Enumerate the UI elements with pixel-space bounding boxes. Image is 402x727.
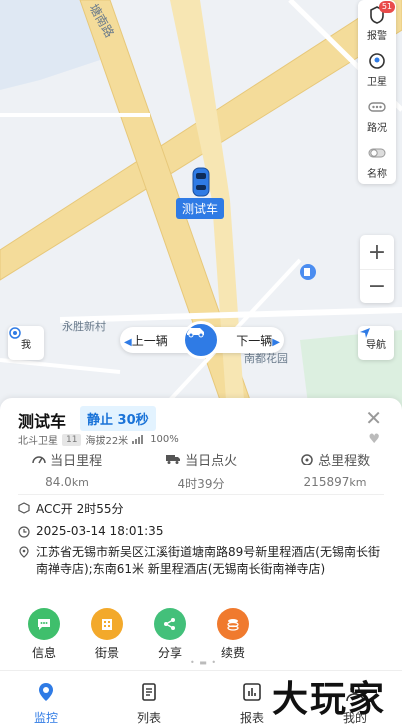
signal-strength: 100%	[150, 434, 179, 445]
time-row: 2025-03-14 18:01:35	[18, 524, 163, 538]
acc-status: ACC开 2时55分	[36, 502, 124, 516]
share-label: 分享	[157, 646, 182, 660]
name-toggle-label: 名称	[367, 168, 387, 180]
vehicle-marker[interactable]	[189, 166, 213, 198]
share-icon	[154, 608, 186, 640]
satellite-button[interactable]: 卫星	[358, 46, 396, 92]
divider	[18, 494, 384, 495]
stat-daily-ignition: 当日点火 4时39分	[136, 450, 266, 492]
favorite-icon[interactable]: ♥	[368, 432, 380, 447]
cube-icon	[18, 502, 30, 514]
coins-icon	[217, 608, 249, 640]
stat-value: 84.0	[45, 475, 72, 489]
stat-unit: km	[349, 476, 367, 489]
locate-me-button[interactable]: 我	[8, 326, 44, 360]
locate-me-label: 我	[21, 339, 31, 351]
stat-label: 总里程数	[318, 454, 371, 469]
building-icon	[91, 608, 123, 640]
vehicle-name: 测试车	[18, 412, 67, 431]
traffic-button[interactable]: 路况	[358, 92, 396, 138]
traffic-label: 路况	[367, 122, 387, 134]
left-arrow-icon: ◀	[124, 337, 132, 348]
location-pin-icon	[19, 546, 29, 558]
alarm-label: 报警	[367, 30, 387, 42]
location-icon	[39, 683, 53, 701]
tab-list[interactable]: 列表	[119, 681, 179, 726]
share-button[interactable]: 分享	[145, 608, 195, 661]
name-toggle-icon	[367, 143, 387, 163]
prev-vehicle-label: 上一辆	[131, 334, 168, 348]
action-bar: 信息 街景 分享 续费	[0, 606, 402, 666]
place-label-yongsheng: 永胜新村	[62, 320, 106, 333]
stat-label: 当日里程	[50, 454, 103, 469]
signal-icon	[132, 435, 146, 444]
traffic-icon	[367, 97, 387, 117]
vehicle-info-panel: 测试车 静止 30秒 ✕ ♥ 北斗卫星 11 海拔22米 100% 当日里程 8…	[0, 398, 402, 670]
tab-monitor[interactable]: 监控	[16, 681, 76, 726]
street-view-label: 街景	[94, 646, 119, 660]
next-vehicle-label: 下一辆	[236, 334, 273, 348]
current-vehicle-icon[interactable]	[182, 321, 220, 359]
stats-row: 当日里程 84.0km 当日点火 4时39分 总里程数 215897km	[0, 450, 402, 494]
map-toolbar: 51 报警 卫星 路况 名称	[358, 0, 396, 184]
list-icon	[142, 683, 156, 701]
signal-info-row: 北斗卫星 11 海拔22米 100%	[18, 432, 179, 447]
close-icon[interactable]: ✕	[365, 406, 382, 430]
status-badge: 静止 30秒	[80, 406, 156, 431]
satellite-icon	[367, 51, 387, 71]
right-arrow-icon: ▶	[272, 337, 280, 348]
speedometer-icon	[32, 456, 46, 464]
vehicle-tag: 测试车	[176, 198, 225, 219]
stat-value: 215897	[303, 475, 350, 489]
navigation-arrow-icon	[360, 328, 370, 338]
zoom-controls: + −	[360, 235, 394, 303]
positioning-mode: 北斗卫星	[18, 436, 58, 447]
alarm-icon: 51	[367, 0, 395, 25]
name-toggle-button[interactable]: 名称	[358, 138, 396, 184]
clock-icon	[18, 526, 30, 538]
info-button[interactable]: 信息	[19, 608, 69, 661]
address: 江苏省无锡市新吴区江溪街道塘南路89号新里程酒店(无锡南长街南禅寺店);东南61…	[36, 545, 380, 576]
vehicle-switcher: ◀上一辆 下一辆▶	[120, 321, 284, 359]
zoom-in-button[interactable]: +	[360, 235, 394, 269]
renew-label: 续费	[220, 646, 245, 660]
report-chart-icon	[243, 683, 261, 701]
address-row: 江苏省无锡市新吴区江溪街道塘南路89号新里程酒店(无锡南长街南禅寺店);东南61…	[18, 544, 388, 578]
message-icon	[28, 608, 60, 640]
info-label: 信息	[31, 646, 56, 660]
acc-row: ACC开 2时55分	[18, 500, 123, 517]
altitude: 海拔22米	[85, 436, 129, 447]
stat-total-mileage: 总里程数 215897km	[270, 450, 400, 489]
truck-icon	[165, 455, 180, 464]
alarm-button[interactable]: 51 报警	[358, 0, 396, 46]
satellite-label: 卫星	[367, 76, 387, 88]
satellite-count: 11	[62, 433, 82, 446]
locate-icon	[9, 327, 21, 339]
page-indicator: • ▬ •	[190, 658, 218, 667]
prev-vehicle-button[interactable]: ◀上一辆	[124, 332, 168, 349]
tab-list-label: 列表	[136, 711, 161, 725]
renew-button[interactable]: 续费	[208, 608, 258, 661]
street-view-button[interactable]: 街景	[82, 608, 132, 661]
navigate-button[interactable]: 导航	[358, 326, 394, 360]
stat-daily-mileage: 当日里程 84.0km	[2, 450, 132, 489]
tab-monitor-label: 监控	[33, 711, 58, 725]
stat-value: 4时39分	[177, 477, 225, 491]
update-time: 2025-03-14 18:01:35	[36, 524, 164, 538]
next-vehicle-button[interactable]: 下一辆▶	[236, 332, 280, 349]
stat-unit: km	[71, 476, 89, 489]
map-view[interactable]: 塘南路 永胜新村 南都花园 测试车 51 报警 卫星 路况 名称 + − 我 导…	[0, 0, 402, 420]
zoom-out-button[interactable]: −	[360, 269, 394, 303]
alarm-badge: 51	[378, 0, 395, 13]
odometer-icon	[301, 454, 313, 466]
stat-label: 当日点火	[185, 454, 238, 469]
watermark-logo: 大玩家	[271, 678, 386, 720]
